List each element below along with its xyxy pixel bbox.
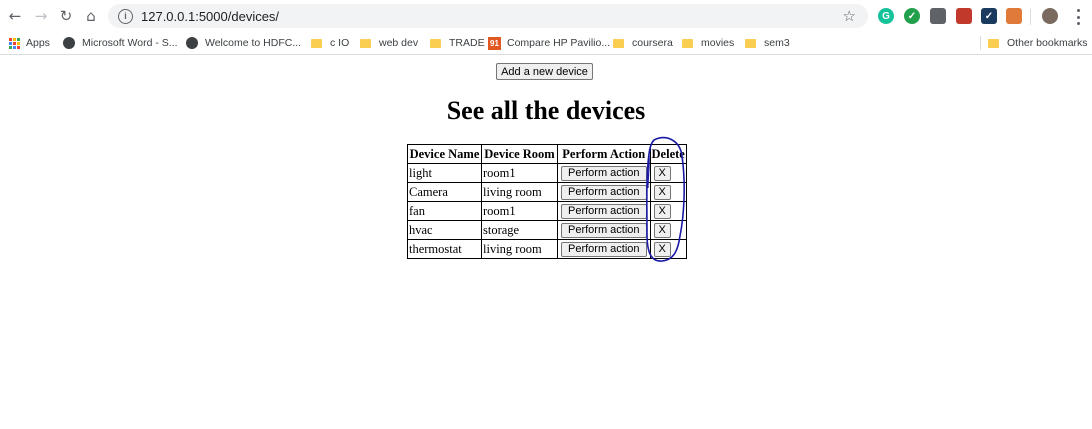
folder-icon	[311, 38, 322, 48]
header-device-name: Device Name	[407, 144, 482, 164]
delete-cell: X	[649, 201, 687, 221]
checkmark-app-icon[interactable]: ✓	[981, 8, 997, 24]
perform-action-button[interactable]: Perform action	[561, 222, 647, 238]
table-header-row: Device Name Device Room Perform Action D…	[407, 144, 687, 164]
device-room-cell: room1	[481, 163, 558, 183]
table-row: Camera living room Perform action X	[407, 182, 687, 202]
delete-button[interactable]: X	[653, 203, 671, 219]
table-row: light room1 Perform action X	[407, 163, 687, 183]
bookmark-label: Welcome to HDFC...	[205, 37, 302, 49]
forward-arrow-icon[interactable]: →	[31, 6, 51, 26]
perform-action-button[interactable]: Perform action	[561, 184, 647, 200]
delete-button[interactable]: X	[653, 222, 671, 238]
page-title: See all the devices	[446, 96, 646, 125]
other-bookmarks-label: Other bookmarks	[1007, 37, 1088, 49]
perform-action-cell: Perform action	[557, 220, 651, 240]
device-name-cell: light	[407, 163, 482, 183]
presentation-icon[interactable]	[1006, 8, 1022, 24]
bookmark-label: TRADE	[449, 37, 485, 49]
address-bar[interactable]: i 127.0.0.1:5000/devices/ ☆	[108, 4, 868, 28]
add-device-button[interactable]: Add a new device	[496, 63, 593, 80]
delete-button[interactable]: X	[653, 184, 671, 200]
bookmark-label: movies	[701, 37, 735, 49]
table-row: fan room1 Perform action X	[407, 201, 687, 221]
header-perform-action: Perform Action	[557, 144, 651, 164]
site-91-icon: 91	[488, 36, 501, 50]
device-room-cell: room1	[481, 201, 558, 221]
bookmark-item[interactable]: sem3	[745, 35, 790, 51]
bookmarks-bar: Apps Microsoft Word - S... Welcome to HDFC…	[0, 32, 1092, 55]
delete-cell: X	[649, 220, 687, 240]
folder-icon	[745, 38, 756, 48]
bookmark-label: Apps	[26, 37, 50, 49]
folder-icon	[360, 38, 371, 48]
delete-cell: X	[649, 163, 687, 183]
globe-icon	[63, 37, 75, 49]
pocket-icon[interactable]	[930, 8, 946, 24]
home-icon[interactable]: ⌂	[81, 6, 101, 26]
bookmark-item[interactable]: Microsoft Word - S...	[63, 35, 178, 51]
device-name-cell: thermostat	[407, 239, 482, 259]
device-name-cell: Camera	[407, 182, 482, 202]
folder-icon	[682, 38, 693, 48]
back-arrow-icon[interactable]: ←	[5, 6, 25, 26]
bookmarks-separator	[980, 36, 981, 50]
delete-cell: X	[649, 182, 687, 202]
perform-action-button[interactable]: Perform action	[561, 165, 647, 181]
bookmark-item[interactable]: 91 Compare HP Pavilio...	[488, 35, 610, 51]
perform-action-cell: Perform action	[557, 239, 651, 259]
delete-button[interactable]: X	[653, 165, 671, 181]
bookmark-item[interactable]: movies	[682, 35, 734, 51]
perform-action-button[interactable]: Perform action	[561, 241, 647, 257]
perform-action-cell: Perform action	[557, 182, 651, 202]
folder-icon	[613, 38, 624, 48]
table-row: hvac storage Perform action X	[407, 220, 687, 240]
grammarly-icon[interactable]: G	[878, 8, 894, 24]
perform-action-cell: Perform action	[557, 163, 651, 183]
bookmark-label: web dev	[379, 37, 419, 49]
delete-button[interactable]: X	[653, 241, 671, 257]
device-room-cell: living room	[481, 239, 558, 259]
folder-icon	[430, 38, 441, 48]
bookmark-item[interactable]: web dev	[360, 35, 418, 51]
bookmark-label: Compare HP Pavilio...	[507, 37, 611, 49]
globe-icon	[186, 37, 198, 49]
devices-table: Device Name Device Room Perform Action D…	[407, 144, 687, 259]
bookmark-label: Microsoft Word - S...	[82, 37, 178, 49]
address-bar-url[interactable]: 127.0.0.1:5000/devices/	[141, 9, 279, 24]
device-room-cell: living room	[481, 182, 558, 202]
reload-icon[interactable]: ↻	[56, 6, 76, 26]
perform-action-button[interactable]: Perform action	[561, 203, 647, 219]
profile-avatar-icon[interactable]	[1042, 8, 1058, 24]
header-delete: Delete	[649, 144, 687, 164]
other-bookmarks[interactable]: Other bookmarks	[988, 35, 1088, 51]
bookmark-item[interactable]: Apps	[9, 35, 50, 51]
toolbar-separator	[1030, 9, 1031, 25]
bookmark-item[interactable]: coursera	[613, 35, 673, 51]
device-room-cell: storage	[481, 220, 558, 240]
bookmark-label: coursera	[632, 37, 673, 49]
delete-cell: X	[649, 239, 687, 259]
folder-icon	[988, 38, 999, 48]
device-name-cell: hvac	[407, 220, 482, 240]
device-name-cell: fan	[407, 201, 482, 221]
bookmark-label: c IO	[330, 37, 350, 49]
bookmark-item[interactable]: TRADE	[430, 35, 485, 51]
browser-menu-icon[interactable]	[1076, 9, 1080, 25]
perform-action-cell: Perform action	[557, 201, 651, 221]
bookmark-star-icon[interactable]: ☆	[843, 7, 856, 25]
table-row: thermostat living room Perform action X	[407, 239, 687, 259]
bookmark-label: sem3	[764, 37, 790, 49]
apps-icon	[9, 37, 20, 49]
site-info-icon[interactable]: i	[118, 8, 133, 24]
header-device-room: Device Room	[481, 144, 558, 164]
bookmark-item[interactable]: Welcome to HDFC...	[186, 35, 301, 51]
shield-check-icon[interactable]: ✓	[904, 8, 920, 24]
bookmark-item[interactable]: c IO	[311, 35, 349, 51]
browser-toolbar: ← → ↻ ⌂ i 127.0.0.1:5000/devices/ ☆ G ✓ ✓	[0, 0, 1092, 32]
pdf-icon[interactable]	[956, 8, 972, 24]
